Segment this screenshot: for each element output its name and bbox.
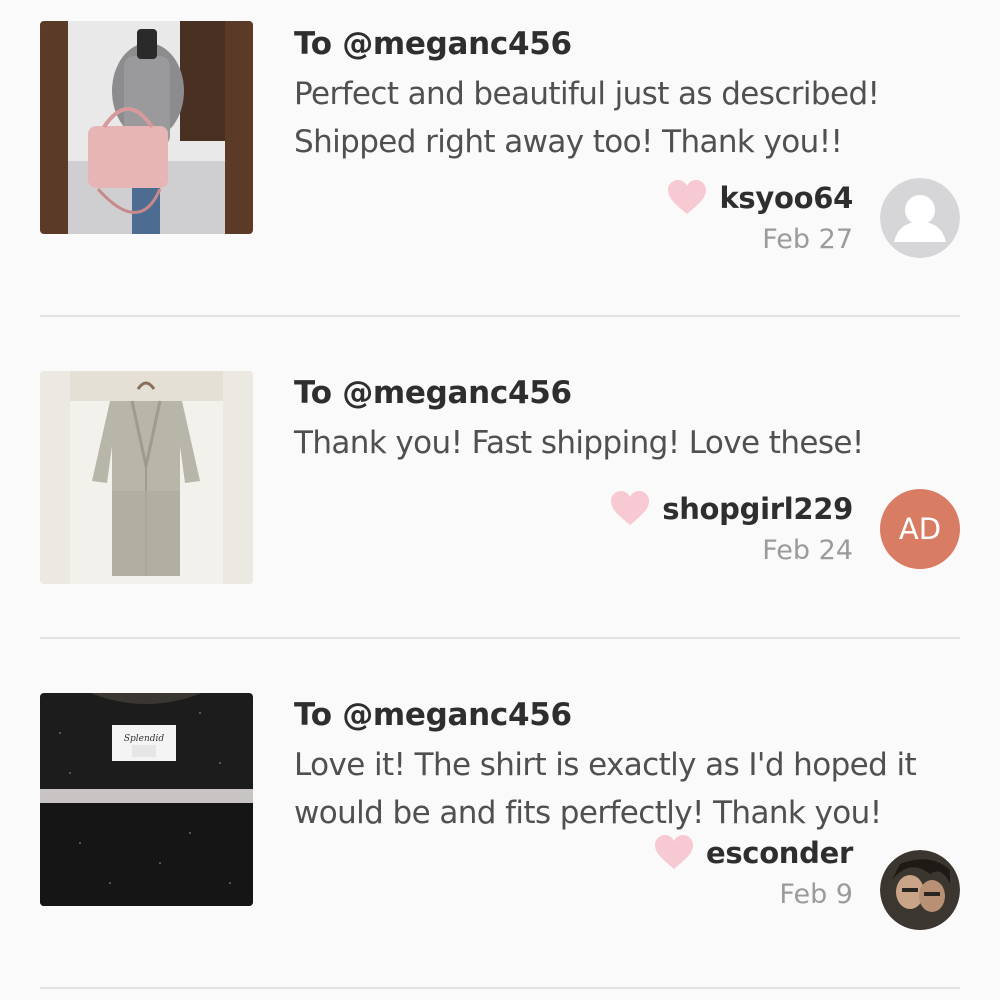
reviewer-username[interactable]: shopgirl229 [662, 492, 853, 526]
reviewer-avatar[interactable]: AD [880, 489, 960, 569]
review-card: To @meganc456 Perfect and beautiful just… [0, 0, 1000, 316]
review-date: Feb 24 [762, 535, 853, 566]
heart-icon[interactable] [667, 180, 707, 216]
review-meta: ksyoo64 Feb 27 [667, 180, 853, 255]
review-comment: Thank you! Fast shipping! Love these! [294, 425, 864, 461]
review-meta: shopgirl229 Feb 24 [610, 491, 853, 566]
review-date: Feb 27 [762, 224, 853, 255]
review-feed: To @meganc456 Perfect and beautiful just… [0, 0, 1000, 1000]
review-card: To @meganc456 Thank you! Fast shipping! … [0, 318, 1000, 638]
profile-photo [880, 850, 960, 930]
listing-thumbnail[interactable] [40, 371, 253, 584]
reviewer-avatar[interactable] [880, 850, 960, 930]
divider [40, 315, 960, 317]
listing-thumbnail[interactable]: Splendid [40, 693, 253, 906]
review-comment: Perfect and beautiful just as described!… [294, 76, 880, 160]
divider [40, 987, 960, 989]
divider [40, 637, 960, 639]
listing-thumbnail[interactable] [40, 21, 253, 234]
heart-icon[interactable] [610, 491, 650, 527]
shirt-label-text: Splendid [124, 734, 165, 744]
listing-photo: Splendid [40, 693, 253, 906]
heart-icon[interactable] [654, 835, 694, 871]
review-meta: esconder Feb 9 [654, 835, 853, 910]
reviewer-username[interactable]: esconder [706, 836, 853, 870]
review-comment: Love it! The shirt is exactly as I'd hop… [294, 747, 917, 831]
reviewer-avatar[interactable] [880, 178, 960, 258]
review-date: Feb 9 [779, 879, 853, 910]
listing-photo [40, 21, 253, 234]
default-avatar-icon [880, 178, 960, 258]
reviewer-username[interactable]: ksyoo64 [719, 181, 853, 215]
listing-photo [40, 371, 253, 584]
recipient-handle[interactable]: To @meganc456 [294, 375, 572, 411]
recipient-handle[interactable]: To @meganc456 [294, 697, 572, 733]
review-card: Splendid To @meganc456 Love it! The shir… [0, 640, 1000, 988]
recipient-handle[interactable]: To @meganc456 [294, 26, 572, 62]
